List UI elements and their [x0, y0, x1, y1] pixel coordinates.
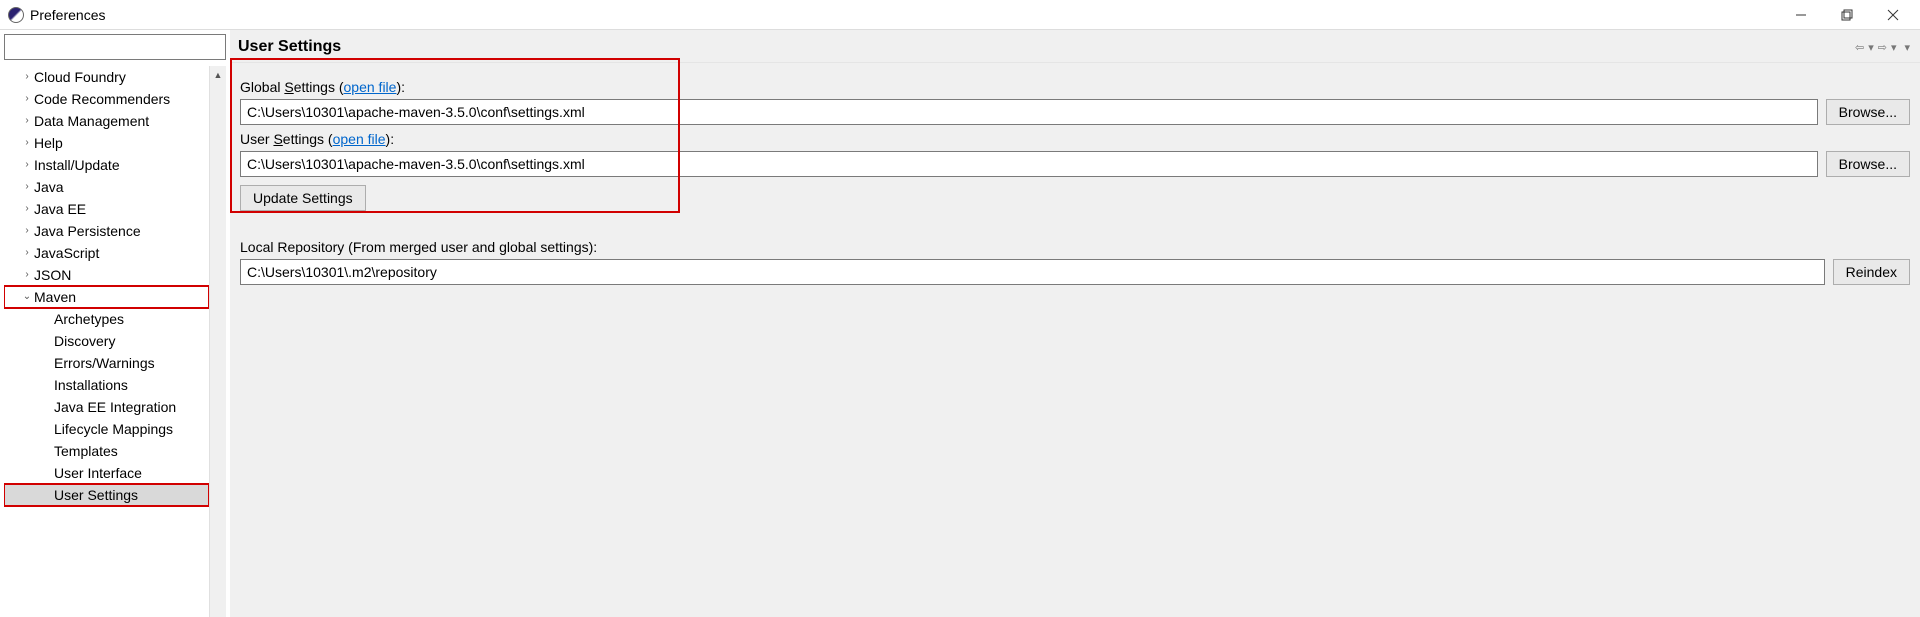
user-open-file-link[interactable]: open file	[333, 131, 386, 147]
tree-item-user-interface[interactable]: User Interface	[4, 462, 209, 484]
tree-item-maven[interactable]: ⌄Maven	[4, 286, 209, 308]
tree-item-label: Java EE	[34, 198, 86, 220]
forward-icon[interactable]: ⇨	[1876, 41, 1889, 54]
chevron-right-icon[interactable]: ›	[20, 220, 34, 242]
tree-item-label: JSON	[34, 264, 71, 286]
global-label-mnemonic: S	[284, 79, 293, 95]
tree-item-help[interactable]: ›Help	[4, 132, 209, 154]
global-label-pre: Global	[240, 79, 284, 95]
tree-item-lifecycle-mappings[interactable]: Lifecycle Mappings	[4, 418, 209, 440]
tree-item-label: User Interface	[54, 462, 142, 484]
tree-item-cloud-foundry[interactable]: ›Cloud Foundry	[4, 66, 209, 88]
chevron-right-icon[interactable]: ›	[20, 154, 34, 176]
app-icon	[8, 7, 24, 23]
chevron-right-icon[interactable]: ›	[20, 198, 34, 220]
tree-item-data-management[interactable]: ›Data Management	[4, 110, 209, 132]
global-label-close: ):	[396, 79, 405, 95]
tree-scrollbar[interactable]: ▲	[209, 66, 226, 617]
tree-item-label: Installations	[54, 374, 128, 396]
tree-item-label: Data Management	[34, 110, 149, 132]
menu-dropdown-icon[interactable]: ▾	[1902, 41, 1912, 54]
tree-item-templates[interactable]: Templates	[4, 440, 209, 462]
local-repo-input[interactable]	[240, 259, 1825, 285]
tree-item-discovery[interactable]: Discovery	[4, 330, 209, 352]
tree-item-label: Templates	[54, 440, 118, 462]
user-label-pre: User	[240, 131, 273, 147]
main-panel: User Settings ⇦ ▾ ⇨ ▾ ▾ Global Settings …	[230, 30, 1920, 617]
tree-item-archetypes[interactable]: Archetypes	[4, 308, 209, 330]
global-open-file-link[interactable]: open file	[344, 79, 397, 95]
tree-item-label: Java EE Integration	[54, 396, 176, 418]
user-settings-label: User Settings (open file):	[240, 131, 1910, 147]
scroll-up-icon[interactable]: ▲	[210, 66, 226, 83]
preference-tree[interactable]: ›Cloud Foundry›Code Recommenders›Data Ma…	[4, 66, 209, 617]
tree-item-json[interactable]: ›JSON	[4, 264, 209, 286]
user-settings-input[interactable]	[240, 151, 1818, 177]
global-label-post: ettings (	[294, 79, 344, 95]
tree-item-label: User Settings	[54, 484, 138, 506]
tree-item-java-ee-integration[interactable]: Java EE Integration	[4, 396, 209, 418]
chevron-right-icon[interactable]: ›	[20, 110, 34, 132]
tree-item-java-ee[interactable]: ›Java EE	[4, 198, 209, 220]
update-settings-button[interactable]: Update Settings	[240, 185, 366, 211]
tree-item-label: Java	[34, 176, 64, 198]
chevron-right-icon[interactable]: ›	[20, 88, 34, 110]
tree-item-code-recommenders[interactable]: ›Code Recommenders	[4, 88, 209, 110]
local-repo-label: Local Repository (From merged user and g…	[240, 239, 1910, 255]
tree-item-label: JavaScript	[34, 242, 99, 264]
tree-item-label: Install/Update	[34, 154, 120, 176]
back-icon[interactable]: ⇦	[1853, 41, 1866, 54]
tree-item-javascript[interactable]: ›JavaScript	[4, 242, 209, 264]
header-nav-icons: ⇦ ▾ ⇨ ▾ ▾	[1853, 41, 1912, 54]
maximize-button[interactable]	[1824, 0, 1870, 30]
user-label-mnemonic: S	[273, 131, 282, 147]
settings-content: Global Settings (open file): Browse... U…	[230, 63, 1920, 285]
back-dropdown-icon[interactable]: ▾	[1866, 41, 1876, 54]
tree-item-installations[interactable]: Installations	[4, 374, 209, 396]
chevron-right-icon[interactable]: ›	[20, 242, 34, 264]
global-browse-button[interactable]: Browse...	[1826, 99, 1910, 125]
tree-item-install-update[interactable]: ›Install/Update	[4, 154, 209, 176]
user-label-close: ):	[386, 131, 395, 147]
global-settings-label: Global Settings (open file):	[240, 79, 1910, 95]
chevron-right-icon[interactable]: ›	[20, 132, 34, 154]
tree-item-java[interactable]: ›Java	[4, 176, 209, 198]
user-label-post: ettings (	[283, 131, 333, 147]
window-title: Preferences	[30, 7, 105, 23]
close-button[interactable]	[1870, 0, 1916, 30]
chevron-right-icon[interactable]: ›	[20, 176, 34, 198]
tree-item-java-persistence[interactable]: ›Java Persistence	[4, 220, 209, 242]
window-titlebar: Preferences	[0, 0, 1920, 30]
forward-dropdown-icon[interactable]: ▾	[1889, 41, 1899, 54]
tree-item-label: Maven	[34, 286, 76, 308]
filter-input[interactable]	[4, 34, 226, 60]
tree-item-label: Help	[34, 132, 63, 154]
tree-item-label: Cloud Foundry	[34, 66, 126, 88]
tree-item-label: Lifecycle Mappings	[54, 418, 173, 440]
global-settings-input[interactable]	[240, 99, 1818, 125]
chevron-right-icon[interactable]: ›	[20, 66, 34, 88]
chevron-down-icon[interactable]: ⌄	[20, 286, 34, 308]
tree-item-label: Discovery	[54, 330, 115, 352]
tree-item-user-settings[interactable]: User Settings	[4, 484, 209, 506]
tree-item-label: Errors/Warnings	[54, 352, 155, 374]
sidebar: ›Cloud Foundry›Code Recommenders›Data Ma…	[0, 30, 230, 617]
user-browse-button[interactable]: Browse...	[1826, 151, 1910, 177]
tree-item-errors-warnings[interactable]: Errors/Warnings	[4, 352, 209, 374]
tree-item-label: Java Persistence	[34, 220, 141, 242]
reindex-button[interactable]: Reindex	[1833, 259, 1910, 285]
chevron-right-icon[interactable]: ›	[20, 264, 34, 286]
tree-item-label: Archetypes	[54, 308, 124, 330]
tree-item-label: Code Recommenders	[34, 88, 170, 110]
minimize-button[interactable]	[1778, 0, 1824, 30]
page-title: User Settings	[238, 38, 341, 56]
